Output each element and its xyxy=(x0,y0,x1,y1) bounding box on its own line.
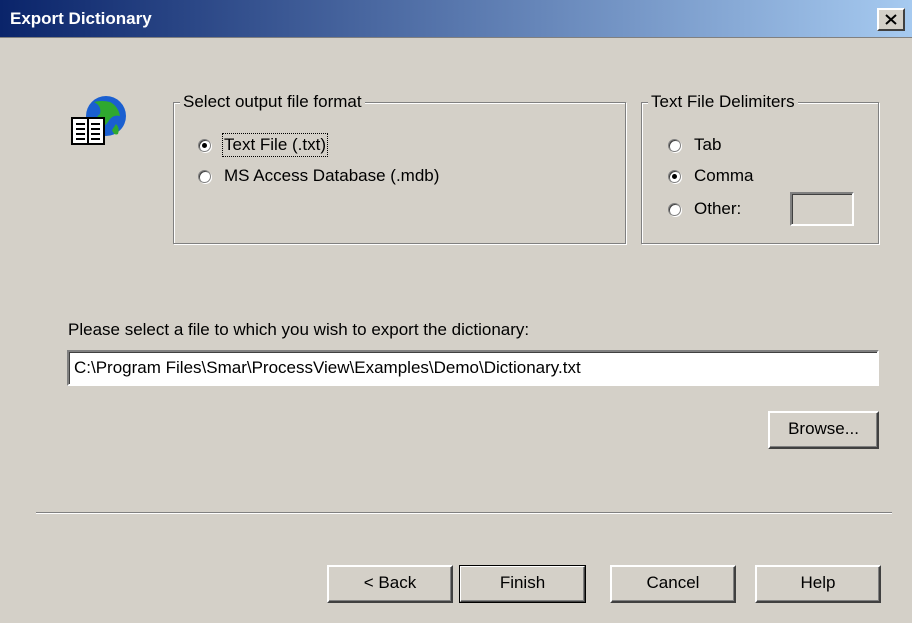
radio-ms-access-label: MS Access Database (.mdb) xyxy=(224,166,440,185)
radio-button[interactable] xyxy=(668,138,681,152)
globe-book-icon xyxy=(71,96,126,145)
radio-other[interactable]: Other: xyxy=(668,199,741,219)
radio-button[interactable] xyxy=(668,202,681,216)
radio-ms-access[interactable]: MS Access Database (.mdb) xyxy=(198,166,439,186)
window-title: Export Dictionary xyxy=(10,9,152,28)
help-button[interactable]: Help xyxy=(755,565,881,603)
back-button[interactable]: < Back xyxy=(327,565,453,603)
radio-tab-label: Tab xyxy=(694,135,722,154)
browse-button[interactable]: Browse... xyxy=(768,411,879,449)
other-delimiter-input[interactable] xyxy=(790,192,854,226)
title-bar: Export Dictionary xyxy=(0,0,912,38)
output-format-legend: Select output file format xyxy=(180,92,365,112)
delimiters-legend: Text File Delimiters xyxy=(648,92,798,112)
radio-button[interactable] xyxy=(198,169,211,183)
file-path-input[interactable]: C:\Program Files\Smar\ProcessView\Exampl… xyxy=(67,350,879,386)
delimiters-group: Text File Delimiters Tab Comma Other: xyxy=(641,92,879,244)
close-icon xyxy=(885,14,897,25)
radio-comma-label: Comma xyxy=(694,166,754,185)
radio-comma[interactable]: Comma xyxy=(668,166,754,186)
radio-button-selected[interactable] xyxy=(198,138,211,152)
cancel-button[interactable]: Cancel xyxy=(610,565,736,603)
close-button[interactable] xyxy=(877,8,905,31)
radio-text-file-label: Text File (.txt) xyxy=(221,133,329,157)
radio-tab[interactable]: Tab xyxy=(668,135,721,155)
radio-other-label: Other: xyxy=(694,199,742,218)
radio-button-selected[interactable] xyxy=(668,169,681,183)
finish-button[interactable]: Finish xyxy=(459,565,586,603)
output-format-group: Select output file format Text File (.tx… xyxy=(173,92,626,244)
radio-text-file[interactable]: Text File (.txt) xyxy=(198,133,329,157)
separator xyxy=(36,512,892,514)
file-prompt: Please select a file to which you wish t… xyxy=(68,320,530,339)
